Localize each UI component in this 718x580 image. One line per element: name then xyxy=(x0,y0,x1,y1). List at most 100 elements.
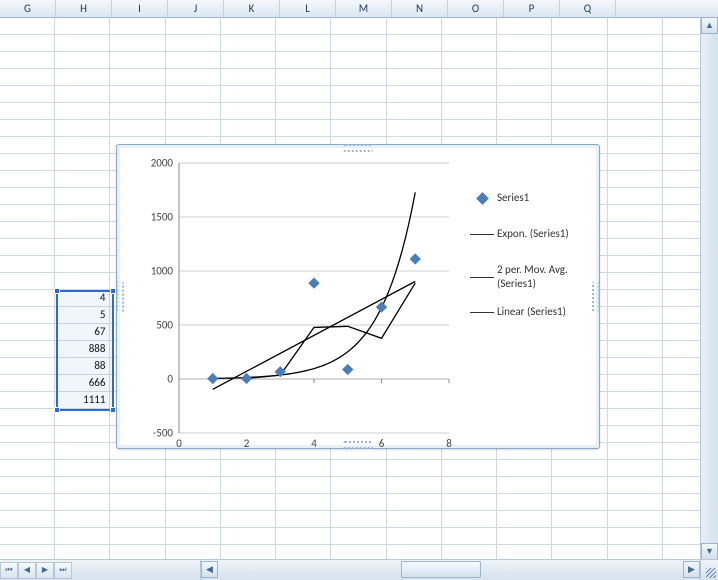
cell[interactable] xyxy=(608,460,663,477)
cell[interactable] xyxy=(55,273,110,290)
cell[interactable] xyxy=(0,35,55,52)
col-header[interactable]: K xyxy=(224,0,280,17)
cell[interactable] xyxy=(387,120,442,137)
cell[interactable]: 5 xyxy=(55,307,110,324)
cell[interactable] xyxy=(221,52,276,69)
cell[interactable] xyxy=(221,477,276,494)
cell[interactable] xyxy=(552,86,607,103)
cell[interactable] xyxy=(331,18,386,35)
chart-resize-grip[interactable] xyxy=(116,282,124,312)
col-header[interactable]: Q xyxy=(560,0,616,17)
cell[interactable] xyxy=(608,86,663,103)
cell[interactable] xyxy=(0,341,55,358)
cell[interactable] xyxy=(55,35,110,52)
cell[interactable] xyxy=(55,154,110,171)
col-header[interactable]: M xyxy=(336,0,392,17)
cell[interactable] xyxy=(55,460,110,477)
cell[interactable] xyxy=(387,511,442,528)
cell[interactable] xyxy=(221,69,276,86)
cell[interactable] xyxy=(552,103,607,120)
column-header-row[interactable]: G H I J K L M N O P Q xyxy=(0,0,718,18)
cell[interactable] xyxy=(442,103,497,120)
cell[interactable] xyxy=(110,477,165,494)
cell[interactable] xyxy=(0,154,55,171)
cell[interactable] xyxy=(608,103,663,120)
cell[interactable] xyxy=(552,460,607,477)
cell[interactable] xyxy=(608,256,663,273)
cell[interactable] xyxy=(0,392,55,409)
cell[interactable] xyxy=(331,52,386,69)
cell[interactable] xyxy=(442,86,497,103)
cell[interactable] xyxy=(442,52,497,69)
cell[interactable] xyxy=(110,511,165,528)
cell[interactable] xyxy=(0,273,55,290)
plot-area[interactable]: 2000 1500 1000 500 0 -500 0 2 4 6 8 xyxy=(179,163,449,433)
cell[interactable] xyxy=(608,120,663,137)
cell[interactable] xyxy=(552,528,607,545)
cell[interactable] xyxy=(497,86,552,103)
cell[interactable] xyxy=(608,171,663,188)
cell[interactable] xyxy=(0,137,55,154)
cell[interactable] xyxy=(221,460,276,477)
col-header[interactable]: O xyxy=(448,0,504,17)
cell[interactable] xyxy=(55,426,110,443)
scroll-down-arrow-icon[interactable]: ▼ xyxy=(701,543,718,560)
cell[interactable] xyxy=(442,477,497,494)
cell[interactable]: 888 xyxy=(55,341,110,358)
cell[interactable] xyxy=(276,103,331,120)
cell[interactable] xyxy=(497,35,552,52)
cell[interactable] xyxy=(276,52,331,69)
cell[interactable] xyxy=(497,103,552,120)
cell[interactable] xyxy=(55,239,110,256)
cell[interactable] xyxy=(0,324,55,341)
cell[interactable] xyxy=(331,120,386,137)
cell[interactable] xyxy=(55,528,110,545)
scroll-right-arrow-icon[interactable]: ▶ xyxy=(683,561,700,578)
cell[interactable] xyxy=(608,290,663,307)
cell[interactable] xyxy=(442,528,497,545)
cell[interactable] xyxy=(552,477,607,494)
cell[interactable] xyxy=(55,86,110,103)
cell[interactable] xyxy=(497,494,552,511)
cell[interactable] xyxy=(55,188,110,205)
cell[interactable] xyxy=(608,358,663,375)
cell[interactable] xyxy=(608,494,663,511)
col-header[interactable]: P xyxy=(504,0,560,17)
cell[interactable] xyxy=(276,477,331,494)
data-point[interactable] xyxy=(376,301,387,312)
cell[interactable] xyxy=(608,137,663,154)
cell[interactable] xyxy=(497,477,552,494)
cell[interactable] xyxy=(608,307,663,324)
cell[interactable] xyxy=(0,171,55,188)
data-point[interactable] xyxy=(410,253,421,264)
data-point[interactable] xyxy=(207,373,218,384)
col-header[interactable]: N xyxy=(392,0,448,17)
cell[interactable] xyxy=(442,494,497,511)
cell[interactable] xyxy=(331,460,386,477)
cell[interactable] xyxy=(276,120,331,137)
cell[interactable] xyxy=(442,120,497,137)
cell[interactable] xyxy=(276,69,331,86)
cell[interactable] xyxy=(608,239,663,256)
chart-resize-grip[interactable] xyxy=(592,282,600,312)
cell[interactable] xyxy=(387,528,442,545)
cell[interactable] xyxy=(608,52,663,69)
cell[interactable] xyxy=(608,69,663,86)
cell[interactable] xyxy=(221,494,276,511)
cell[interactable] xyxy=(55,103,110,120)
cell[interactable] xyxy=(55,443,110,460)
cell[interactable] xyxy=(0,426,55,443)
scroll-left-arrow-icon[interactable]: ◀ xyxy=(201,561,218,578)
cell[interactable] xyxy=(0,18,55,35)
cell[interactable] xyxy=(276,18,331,35)
resize-corner[interactable] xyxy=(700,559,718,580)
cell[interactable] xyxy=(331,528,386,545)
cell[interactable] xyxy=(608,273,663,290)
cell[interactable] xyxy=(552,511,607,528)
hscroll-thumb[interactable] xyxy=(401,561,481,578)
cell[interactable] xyxy=(0,460,55,477)
cell[interactable] xyxy=(166,35,221,52)
cell[interactable] xyxy=(608,222,663,239)
cell[interactable] xyxy=(0,256,55,273)
cell[interactable] xyxy=(55,222,110,239)
